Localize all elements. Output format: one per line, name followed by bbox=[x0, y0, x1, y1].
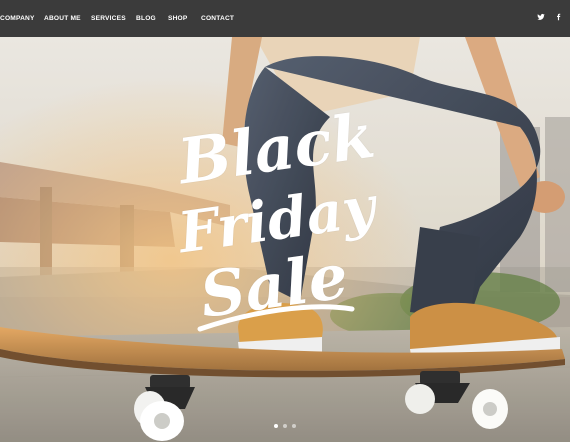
nav-item-company[interactable]: COMPANY bbox=[0, 15, 35, 22]
hero-background-image bbox=[0, 37, 570, 442]
nav-item-contact[interactable]: CONTACT bbox=[201, 15, 234, 22]
slider-dot-3[interactable] bbox=[292, 424, 296, 428]
nav-item-shop[interactable]: SHOP bbox=[168, 15, 188, 22]
slider-dot-1[interactable] bbox=[274, 424, 278, 428]
nav-item-blog[interactable]: BLOG bbox=[136, 15, 156, 22]
facebook-icon[interactable] bbox=[555, 13, 562, 23]
twitter-icon[interactable] bbox=[537, 13, 545, 23]
nav-item-about-me[interactable]: ABOUT ME bbox=[44, 15, 81, 22]
slider-dot-2[interactable] bbox=[283, 424, 287, 428]
slider-pagination bbox=[0, 424, 570, 428]
nav-item-services[interactable]: SERVICES bbox=[91, 15, 126, 22]
top-navigation-bar: COMPANY ABOUT ME SERVICES BLOG SHOP CONT… bbox=[0, 0, 570, 37]
hero-slider: Black Friday Sale bbox=[0, 37, 570, 442]
